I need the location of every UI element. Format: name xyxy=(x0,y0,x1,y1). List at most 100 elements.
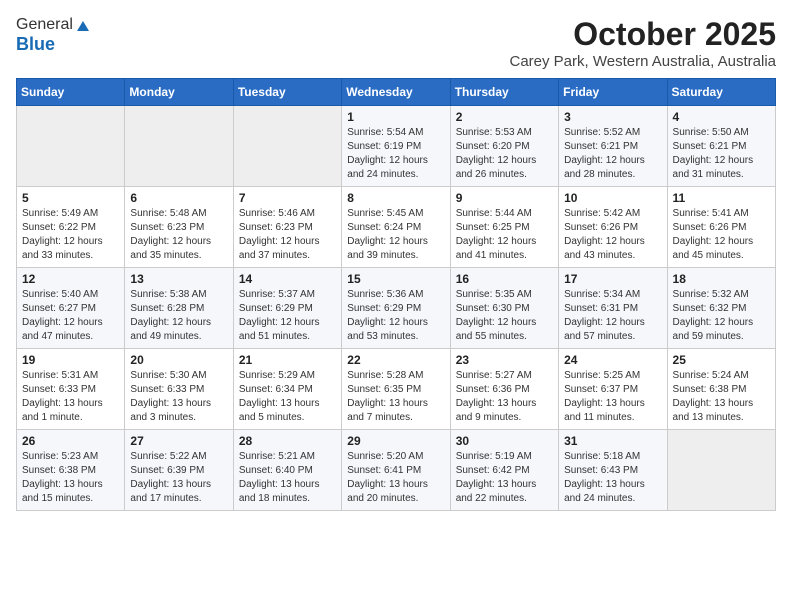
day-number: 29 xyxy=(347,434,444,448)
cell-info: Sunrise: 5:40 AM Sunset: 6:27 PM Dayligh… xyxy=(22,288,119,344)
cell-info: Sunrise: 5:41 AM Sunset: 6:26 PM Dayligh… xyxy=(673,207,770,263)
calendar-cell xyxy=(125,106,233,187)
day-number: 11 xyxy=(673,191,770,205)
calendar-cell: 3 Sunrise: 5:52 AM Sunset: 6:21 PM Daylig… xyxy=(559,106,667,187)
day-number: 4 xyxy=(673,110,770,124)
calendar-cell: 6 Sunrise: 5:48 AM Sunset: 6:23 PM Daylig… xyxy=(125,187,233,268)
day-number: 7 xyxy=(239,191,336,205)
logo: General Blue xyxy=(16,16,91,55)
day-number: 8 xyxy=(347,191,444,205)
calendar-cell: 29 Sunrise: 5:20 AM Sunset: 6:41 PM Dayli… xyxy=(342,430,450,511)
calendar-week-row: 1 Sunrise: 5:54 AM Sunset: 6:19 PM Daylig… xyxy=(17,106,776,187)
calendar-cell: 7 Sunrise: 5:46 AM Sunset: 6:23 PM Daylig… xyxy=(233,187,341,268)
calendar-cell: 25Sunrise: 5:24 AM Sunset: 6:38 PM Dayli… xyxy=(667,349,775,430)
page-title: October 2025 xyxy=(510,16,777,53)
calendar-week-row: 5 Sunrise: 5:49 AM Sunset: 6:22 PM Daylig… xyxy=(17,187,776,268)
calendar-cell: 31 Sunrise: 5:18 AM Sunset: 6:43 PM Dayli… xyxy=(559,430,667,511)
day-number: 20 xyxy=(130,353,227,367)
day-number: 19 xyxy=(22,353,119,367)
day-number: 3 xyxy=(564,110,661,124)
day-number: 13 xyxy=(130,272,227,286)
calendar-cell: 26 Sunrise: 5:23 AM Sunset: 6:38 PM Dayli… xyxy=(17,430,125,511)
cell-info: Sunrise: 5:25 AM Sunset: 6:37 PM Dayligh… xyxy=(564,369,661,425)
day-number: 27 xyxy=(130,434,227,448)
day-number: 24 xyxy=(564,353,661,367)
day-number: 28 xyxy=(239,434,336,448)
day-number: 14 xyxy=(239,272,336,286)
cell-info: Sunrise: 5:53 AM Sunset: 6:20 PM Dayligh… xyxy=(456,126,553,182)
calendar-cell: 27 Sunrise: 5:22 AM Sunset: 6:39 PM Dayli… xyxy=(125,430,233,511)
calendar-cell: 18Sunrise: 5:32 AM Sunset: 6:32 PM Dayli… xyxy=(667,268,775,349)
calendar-table: SundayMondayTuesdayWednesdayThursdayFrid… xyxy=(16,78,776,511)
calendar-cell: 5 Sunrise: 5:49 AM Sunset: 6:22 PM Daylig… xyxy=(17,187,125,268)
day-number: 12 xyxy=(22,272,119,286)
column-header-wednesday: Wednesday xyxy=(342,79,450,106)
day-number: 1 xyxy=(347,110,444,124)
day-number: 10 xyxy=(564,191,661,205)
cell-info: Sunrise: 5:32 AM Sunset: 6:32 PM Dayligh… xyxy=(673,288,770,344)
calendar-cell: 2Sunrise: 5:53 AM Sunset: 6:20 PM Daylig… xyxy=(450,106,558,187)
calendar-header-row: SundayMondayTuesdayWednesdayThursdayFrid… xyxy=(17,79,776,106)
cell-info: Sunrise: 5:27 AM Sunset: 6:36 PM Dayligh… xyxy=(456,369,553,425)
cell-info: Sunrise: 5:30 AM Sunset: 6:33 PM Dayligh… xyxy=(130,369,227,425)
day-number: 31 xyxy=(564,434,661,448)
calendar-cell: 11 Sunrise: 5:41 AM Sunset: 6:26 PM Dayli… xyxy=(667,187,775,268)
day-number: 6 xyxy=(130,191,227,205)
day-number: 30 xyxy=(456,434,553,448)
cell-info: Sunrise: 5:31 AM Sunset: 6:33 PM Dayligh… xyxy=(22,369,119,425)
column-header-monday: Monday xyxy=(125,79,233,106)
calendar-cell xyxy=(233,106,341,187)
calendar-cell: 22 Sunrise: 5:28 AM Sunset: 6:35 PM Dayli… xyxy=(342,349,450,430)
calendar-cell: 14Sunrise: 5:37 AM Sunset: 6:29 PM Dayli… xyxy=(233,268,341,349)
day-number: 15 xyxy=(347,272,444,286)
cell-info: Sunrise: 5:49 AM Sunset: 6:22 PM Dayligh… xyxy=(22,207,119,263)
calendar-week-row: 19 Sunrise: 5:31 AM Sunset: 6:33 PM Dayli… xyxy=(17,349,776,430)
page-subtitle: Carey Park, Western Australia, Australia xyxy=(510,53,777,70)
logo-blue-text: Blue xyxy=(16,34,55,55)
column-header-sunday: Sunday xyxy=(17,79,125,106)
calendar-cell: 15 Sunrise: 5:36 AM Sunset: 6:29 PM Dayli… xyxy=(342,268,450,349)
logo-icon xyxy=(75,17,91,33)
cell-info: Sunrise: 5:28 AM Sunset: 6:35 PM Dayligh… xyxy=(347,369,444,425)
cell-info: Sunrise: 5:18 AM Sunset: 6:43 PM Dayligh… xyxy=(564,450,661,506)
cell-info: Sunrise: 5:48 AM Sunset: 6:23 PM Dayligh… xyxy=(130,207,227,263)
cell-info: Sunrise: 5:35 AM Sunset: 6:30 PM Dayligh… xyxy=(456,288,553,344)
logo-general-text: General xyxy=(16,16,73,34)
calendar-week-row: 12 Sunrise: 5:40 AM Sunset: 6:27 PM Dayli… xyxy=(17,268,776,349)
cell-info: Sunrise: 5:52 AM Sunset: 6:21 PM Dayligh… xyxy=(564,126,661,182)
day-number: 5 xyxy=(22,191,119,205)
day-number: 17 xyxy=(564,272,661,286)
calendar-cell: 21 Sunrise: 5:29 AM Sunset: 6:34 PM Dayli… xyxy=(233,349,341,430)
cell-info: Sunrise: 5:34 AM Sunset: 6:31 PM Dayligh… xyxy=(564,288,661,344)
cell-info: Sunrise: 5:22 AM Sunset: 6:39 PM Dayligh… xyxy=(130,450,227,506)
calendar-cell: 16Sunrise: 5:35 AM Sunset: 6:30 PM Dayli… xyxy=(450,268,558,349)
day-number: 22 xyxy=(347,353,444,367)
calendar-cell: 12 Sunrise: 5:40 AM Sunset: 6:27 PM Dayli… xyxy=(17,268,125,349)
cell-info: Sunrise: 5:46 AM Sunset: 6:23 PM Dayligh… xyxy=(239,207,336,263)
cell-info: Sunrise: 5:54 AM Sunset: 6:19 PM Dayligh… xyxy=(347,126,444,182)
calendar-cell: 28 Sunrise: 5:21 AM Sunset: 6:40 PM Dayli… xyxy=(233,430,341,511)
cell-info: Sunrise: 5:50 AM Sunset: 6:21 PM Dayligh… xyxy=(673,126,770,182)
column-header-thursday: Thursday xyxy=(450,79,558,106)
title-block: October 2025 Carey Park, Western Austral… xyxy=(510,16,777,70)
cell-info: Sunrise: 5:36 AM Sunset: 6:29 PM Dayligh… xyxy=(347,288,444,344)
page-header: General Blue October 2025 Carey Park, We… xyxy=(16,16,776,70)
calendar-cell: 24 Sunrise: 5:25 AM Sunset: 6:37 PM Dayli… xyxy=(559,349,667,430)
cell-info: Sunrise: 5:24 AM Sunset: 6:38 PM Dayligh… xyxy=(673,369,770,425)
cell-info: Sunrise: 5:23 AM Sunset: 6:38 PM Dayligh… xyxy=(22,450,119,506)
column-header-tuesday: Tuesday xyxy=(233,79,341,106)
cell-info: Sunrise: 5:44 AM Sunset: 6:25 PM Dayligh… xyxy=(456,207,553,263)
calendar-cell: 19 Sunrise: 5:31 AM Sunset: 6:33 PM Dayli… xyxy=(17,349,125,430)
calendar-cell: 20 Sunrise: 5:30 AM Sunset: 6:33 PM Dayli… xyxy=(125,349,233,430)
calendar-cell xyxy=(667,430,775,511)
calendar-cell: 10Sunrise: 5:42 AM Sunset: 6:26 PM Dayli… xyxy=(559,187,667,268)
cell-info: Sunrise: 5:20 AM Sunset: 6:41 PM Dayligh… xyxy=(347,450,444,506)
cell-info: Sunrise: 5:29 AM Sunset: 6:34 PM Dayligh… xyxy=(239,369,336,425)
cell-info: Sunrise: 5:21 AM Sunset: 6:40 PM Dayligh… xyxy=(239,450,336,506)
day-number: 26 xyxy=(22,434,119,448)
calendar-cell: 8Sunrise: 5:45 AM Sunset: 6:24 PM Daylig… xyxy=(342,187,450,268)
day-number: 21 xyxy=(239,353,336,367)
calendar-cell xyxy=(17,106,125,187)
calendar-week-row: 26 Sunrise: 5:23 AM Sunset: 6:38 PM Dayli… xyxy=(17,430,776,511)
column-header-saturday: Saturday xyxy=(667,79,775,106)
